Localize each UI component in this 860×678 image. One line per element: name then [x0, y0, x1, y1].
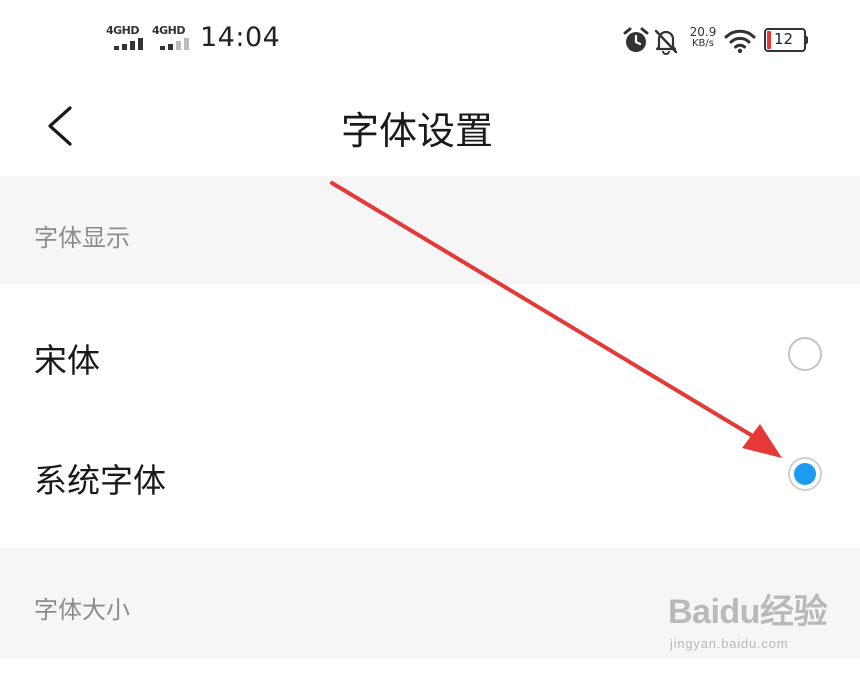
section-title: 字体显示 — [34, 224, 130, 252]
phone-screen: 4GHD 4GHD 14:04 20.9 KB/s 12 字体设置 字体显示 宋… — [0, 0, 860, 678]
network-type-label: 4GHD — [106, 24, 140, 37]
battery-level-fill — [767, 31, 771, 49]
status-bar: 4GHD 4GHD 14:04 20.9 KB/s 12 — [0, 0, 860, 80]
signal-bars-icon — [114, 38, 146, 50]
network-type-label: 4GHD — [152, 24, 186, 37]
status-time: 14:04 — [200, 22, 281, 53]
signal-bars-icon — [160, 38, 192, 50]
watermark-logo: Baidu经验 — [668, 593, 827, 631]
font-option-label: 宋体 — [34, 341, 100, 380]
battery-icon: 12 — [764, 28, 808, 52]
font-option-system-font[interactable]: 系统字体 — [0, 416, 860, 536]
battery-level-text: 12 — [774, 30, 794, 48]
network-speed: 20.9 KB/s — [683, 25, 723, 49]
network-speed-value: 20.9 — [689, 25, 717, 39]
section-header-font-display: 字体显示 — [0, 176, 860, 284]
baidu-watermark: Baidu经验 jingyan.baidu.com — [668, 584, 848, 664]
font-option-label: 系统字体 — [34, 461, 166, 500]
network-speed-unit: KB/s — [692, 38, 714, 49]
alarm-icon — [621, 26, 651, 56]
radio-button-selected[interactable] — [788, 457, 822, 491]
wifi-icon — [724, 26, 756, 56]
radio-button-unselected[interactable] — [788, 337, 822, 371]
font-option-songti[interactable]: 宋体 — [0, 296, 860, 416]
page-title: 字体设置 — [340, 109, 493, 153]
signal-indicator-2: 4GHD — [152, 24, 194, 52]
signal-indicator-1: 4GHD — [106, 24, 148, 52]
app-header: 字体设置 — [0, 80, 860, 176]
watermark-url: jingyan.baidu.com — [670, 636, 789, 651]
radio-selected-dot — [794, 463, 816, 485]
section-title: 字体大小 — [34, 596, 130, 624]
bell-off-icon — [651, 26, 681, 56]
